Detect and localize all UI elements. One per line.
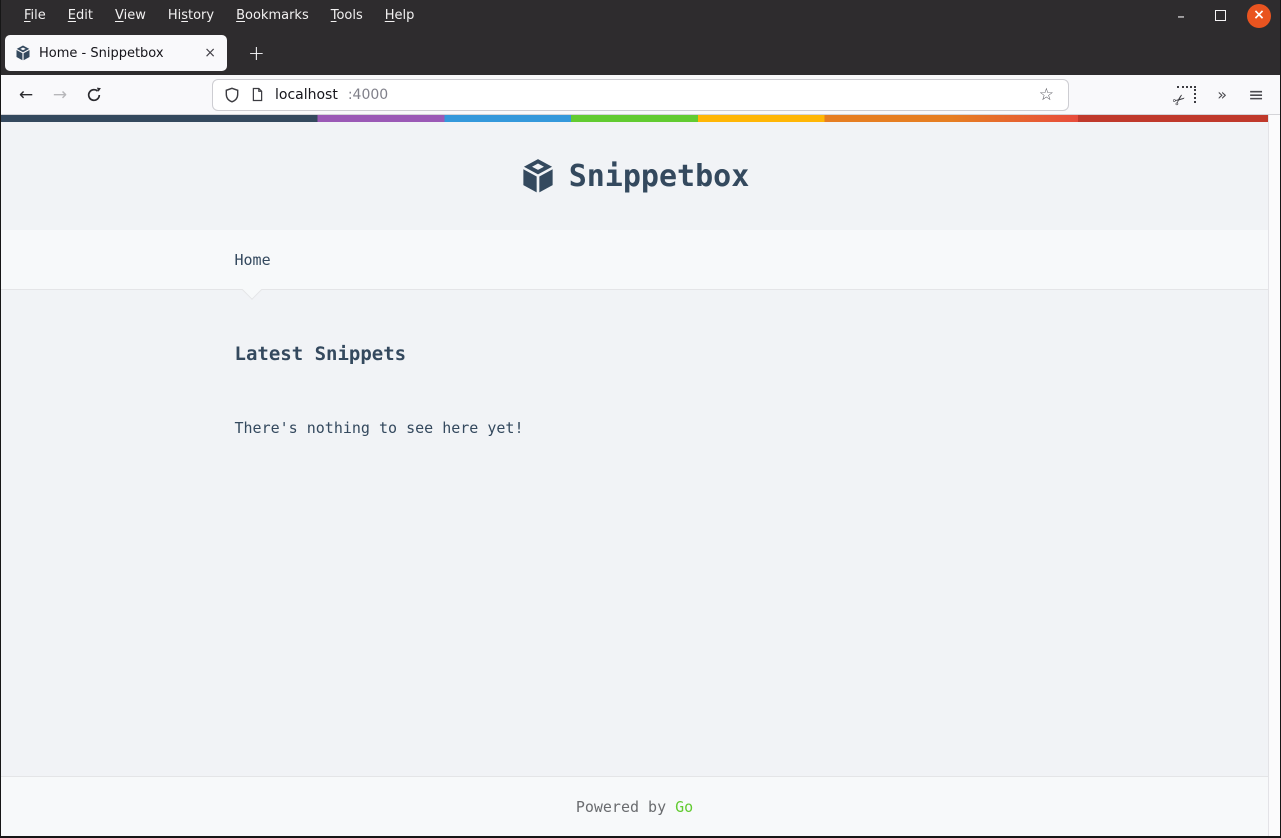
scrollbar-track[interactable] (1268, 115, 1280, 836)
site-header: Snippetbox (1, 122, 1268, 230)
toolbar-right: ✂ » ≡ (1169, 84, 1280, 111)
empty-state-message: There's nothing to see here yet! (234, 419, 524, 437)
menu-edit[interactable]: Edit (57, 8, 104, 23)
site-logo-link[interactable]: Snippetbox (520, 158, 750, 194)
back-icon[interactable]: ← (9, 81, 43, 109)
menu-view[interactable]: View (104, 8, 157, 23)
browser-window: File Edit View History Bookmarks Tools H… (0, 0, 1281, 838)
shield-icon[interactable] (224, 87, 240, 103)
site-nav: Home (1, 230, 1268, 300)
page-viewport: Snippetbox Home Latest Snippets There's … (1, 115, 1280, 836)
menu-file[interactable]: File (13, 8, 57, 23)
footer-text: Powered by (575, 797, 667, 816)
page-icon[interactable] (250, 87, 265, 102)
close-button[interactable]: × (1247, 3, 1271, 28)
url-bar[interactable]: localhost :4000 ☆ (212, 78, 1069, 111)
url-host: localhost (275, 86, 338, 103)
bookmark-star-icon[interactable]: ☆ (1033, 85, 1060, 105)
menu-help[interactable]: Help (374, 8, 426, 23)
snippetbox-cube-icon (520, 158, 556, 194)
minimize-button[interactable]: – (1169, 4, 1193, 28)
go-link[interactable]: Go (675, 798, 693, 816)
tab-close-icon[interactable]: × (197, 44, 223, 62)
maximize-button[interactable] (1208, 4, 1232, 28)
site-footer: Powered by Go (1, 776, 1268, 836)
hamburger-menu-icon[interactable]: ≡ (1248, 84, 1264, 106)
reload-icon[interactable] (77, 87, 111, 103)
rainbow-stripe (1, 115, 1268, 122)
menu-history[interactable]: History (157, 8, 225, 23)
tab-bar: Home - Snippetbox × + (1, 31, 1280, 75)
tab-home-snippetbox[interactable]: Home - Snippetbox × (5, 35, 227, 71)
snippetbox-page: Snippetbox Home Latest Snippets There's … (1, 115, 1268, 836)
url-port: :4000 (347, 86, 389, 103)
site-title: Snippetbox (568, 158, 750, 194)
new-tab-button[interactable]: + (242, 41, 271, 65)
maximize-icon (1214, 10, 1226, 21)
window-controls: – × (1169, 3, 1280, 28)
screenshot-scissors-icon[interactable]: ✂ (1169, 86, 1197, 111)
overflow-chevrons-icon[interactable]: » (1217, 85, 1227, 104)
site-main: Latest Snippets There's nothing to see h… (1, 290, 1268, 776)
menu-tools[interactable]: Tools (320, 8, 374, 23)
navigation-toolbar: ← → localhost :4000 ☆ ✂ » ≡ (1, 75, 1280, 115)
close-icon: × (1253, 6, 1265, 23)
menu-bookmarks[interactable]: Bookmarks (225, 8, 320, 23)
tab-title: Home - Snippetbox (39, 45, 164, 61)
nav-item-home[interactable]: Home (235, 251, 271, 269)
snippetbox-cube-icon (15, 45, 31, 61)
page-heading: Latest Snippets (234, 343, 407, 365)
forward-icon[interactable]: → (43, 81, 77, 109)
menu-bar: File Edit View History Bookmarks Tools H… (1, 0, 1280, 31)
